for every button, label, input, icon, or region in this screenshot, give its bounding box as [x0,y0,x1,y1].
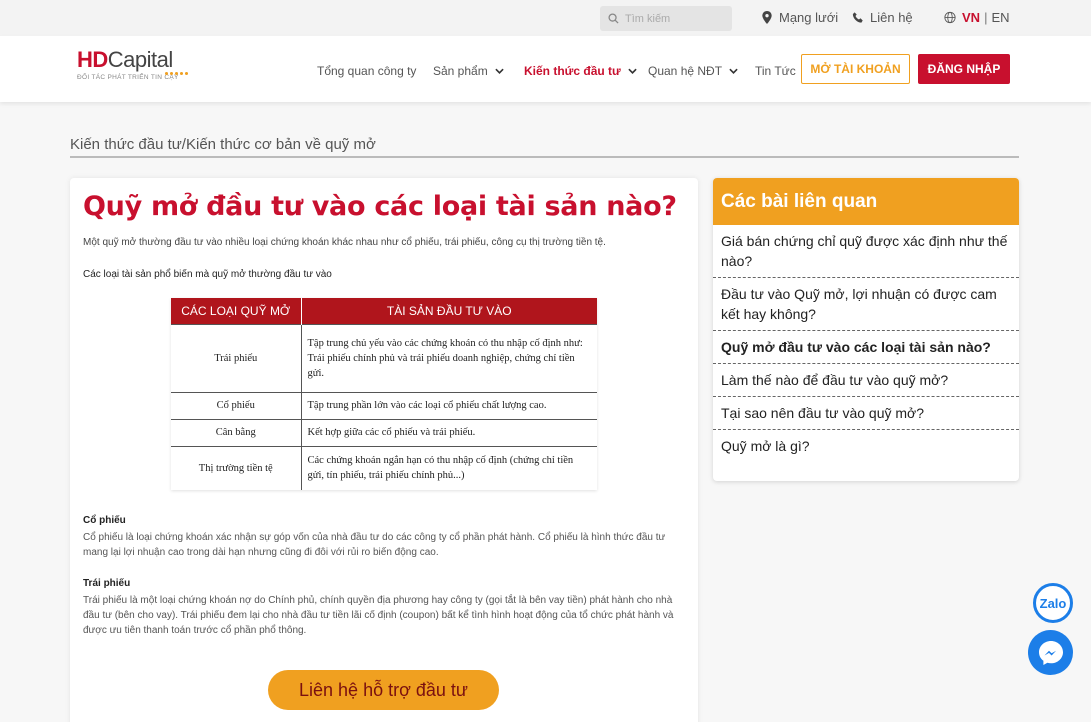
phone-icon [852,12,863,23]
stock-heading: Cổ phiếu [83,515,126,526]
search-box[interactable] [600,6,732,31]
open-account-button[interactable]: MỞ TÀI KHOẢN [801,54,910,84]
fund-types-table: CÁC LOẠI QUỸ MỞ TÀI SẢN ĐẦU TƯ VÀO Trái … [171,298,597,490]
bond-paragraph: Trái phiếu là một loại chứng khoán nợ do… [83,595,674,636]
article-intro: Một quỹ mở thường đầu tư vào nhiều loại … [83,237,606,248]
zalo-chat-button[interactable]: Zalo [1033,583,1073,623]
related-item-current[interactable]: Quỹ mở đầu tư vào các loại tài sản nào? [713,331,1019,364]
contact-label: Liên hệ [870,10,913,25]
table-row: Thị trường tiền tệ Các chứng khoán ngắn … [171,445,597,490]
location-pin-icon [762,11,772,24]
table-cell-assets: Kết hợp giữa các cổ phiếu và trái phiếu. [301,418,597,446]
nav-investor-relations[interactable]: Quan hệ NĐT [648,64,738,78]
related-item[interactable]: Làm thế nào để đầu tư vào quỹ mở? [713,364,1019,397]
messenger-icon [1038,640,1063,665]
logo-tagline: ĐỐI TÁC PHÁT TRIỂN TIN CẬY [77,74,179,81]
logo-dots [165,72,188,75]
nav-products-label: Sản phẩm [433,64,488,78]
table-cell-assets: Tập trung chủ yếu vào các chứng khoán có… [301,323,597,392]
table-cell-assets: Các chứng khoán ngắn hạn có thu nhập cố … [301,445,597,490]
related-item[interactable]: Quỹ mở là gì? [713,430,1019,462]
table-cell-fund-type: Cổ phiếu [171,391,302,419]
table-header-assets: TÀI SẢN ĐẦU TƯ VÀO [301,298,597,324]
related-title: Các bài liên quan [713,178,1019,225]
logo-capital: Capital [107,47,173,72]
nav-overview-label: Tổng quan công ty [317,64,417,78]
nav-products[interactable]: Sản phẩm [433,64,504,78]
lang-en[interactable]: EN [991,10,1009,25]
network-link[interactable]: Mạng lưới [761,10,838,25]
chevron-down-icon [729,68,738,74]
lang-separator: | [984,10,988,25]
nav-news[interactable]: Tin Tức [755,64,796,78]
article-title: Quỹ mở đầu tư vào các loại tài sản nào? [83,191,677,222]
zalo-label: Zalo [1039,595,1067,611]
login-button[interactable]: ĐĂNG NHẬP [918,54,1010,84]
top-utility-bar: Mạng lưới Liên hệ VN |EN [0,0,1091,36]
breadcrumb-divider [70,156,1019,158]
stock-paragraph: Cổ phiếu là loại chứng khoán xác nhận sự… [83,532,666,558]
table-cell-assets: Tập trung phần lớn vào các loại cổ phiếu… [301,391,597,419]
table-cell-fund-type: Thị trường tiền tệ [171,445,302,490]
network-label: Mạng lưới [779,10,839,25]
article-subheading: Các loại tài sản phổ biến mà quỹ mở thườ… [83,269,332,280]
related-articles-panel: Các bài liên quan Giá bán chứng chỉ quỹ … [713,178,1019,481]
nav-news-label: Tin Tức [755,64,796,78]
nav-investor-relations-label: Quan hệ NĐT [648,64,723,78]
table-row: Cổ phiếu Tập trung phần lớn vào các loại… [171,391,597,419]
nav-knowledge[interactable]: Kiến thức đầu tư [524,64,637,78]
article-card: Quỹ mở đầu tư vào các loại tài sản nào? … [70,178,698,722]
main-header: HDCapital ĐỐI TÁC PHÁT TRIỂN TIN CẬY Tổn… [0,36,1091,102]
chevron-down-icon [495,68,504,74]
related-item[interactable]: Giá bán chứng chỉ quỹ được xác định như … [713,225,1019,278]
nav-knowledge-label: Kiến thức đầu tư [524,64,621,78]
table-row: Trái phiếu Tập trung chủ yếu vào các chứ… [171,323,597,392]
table-header-fund-type: CÁC LOẠI QUỸ MỞ [171,298,302,324]
search-icon [608,13,619,24]
chevron-down-icon [628,68,637,74]
messenger-chat-button[interactable] [1028,630,1073,675]
globe-icon [944,11,956,24]
table-cell-fund-type: Cân bằng [171,418,302,446]
related-item[interactable]: Tại sao nên đầu tư vào quỹ mở? [713,397,1019,430]
contact-link[interactable]: Liên hệ [852,10,913,25]
breadcrumb[interactable]: Kiến thức đầu tư/Kiến thức cơ bản về quỹ… [70,136,376,153]
investment-support-button[interactable]: Liên hệ hỗ trợ đầu tư [268,670,499,710]
table-row: Cân bằng Kết hợp giữa các cổ phiếu và tr… [171,418,597,446]
language-switcher[interactable]: VN | EN [944,10,1010,25]
nav-overview[interactable]: Tổng quan công ty [317,64,416,78]
search-input[interactable] [625,12,725,25]
table-cell-fund-type: Trái phiếu [171,323,302,392]
related-item[interactable]: Đầu tư vào Quỹ mở, lợi nhuận có được cam… [713,278,1019,331]
lang-vn[interactable]: VN [962,10,980,25]
bond-heading: Trái phiếu [83,578,131,589]
hdcapital-logo[interactable]: HDCapital ĐỐI TÁC PHÁT TRIỂN TIN CẬY [77,47,188,81]
logo-hd: HD [77,47,108,72]
